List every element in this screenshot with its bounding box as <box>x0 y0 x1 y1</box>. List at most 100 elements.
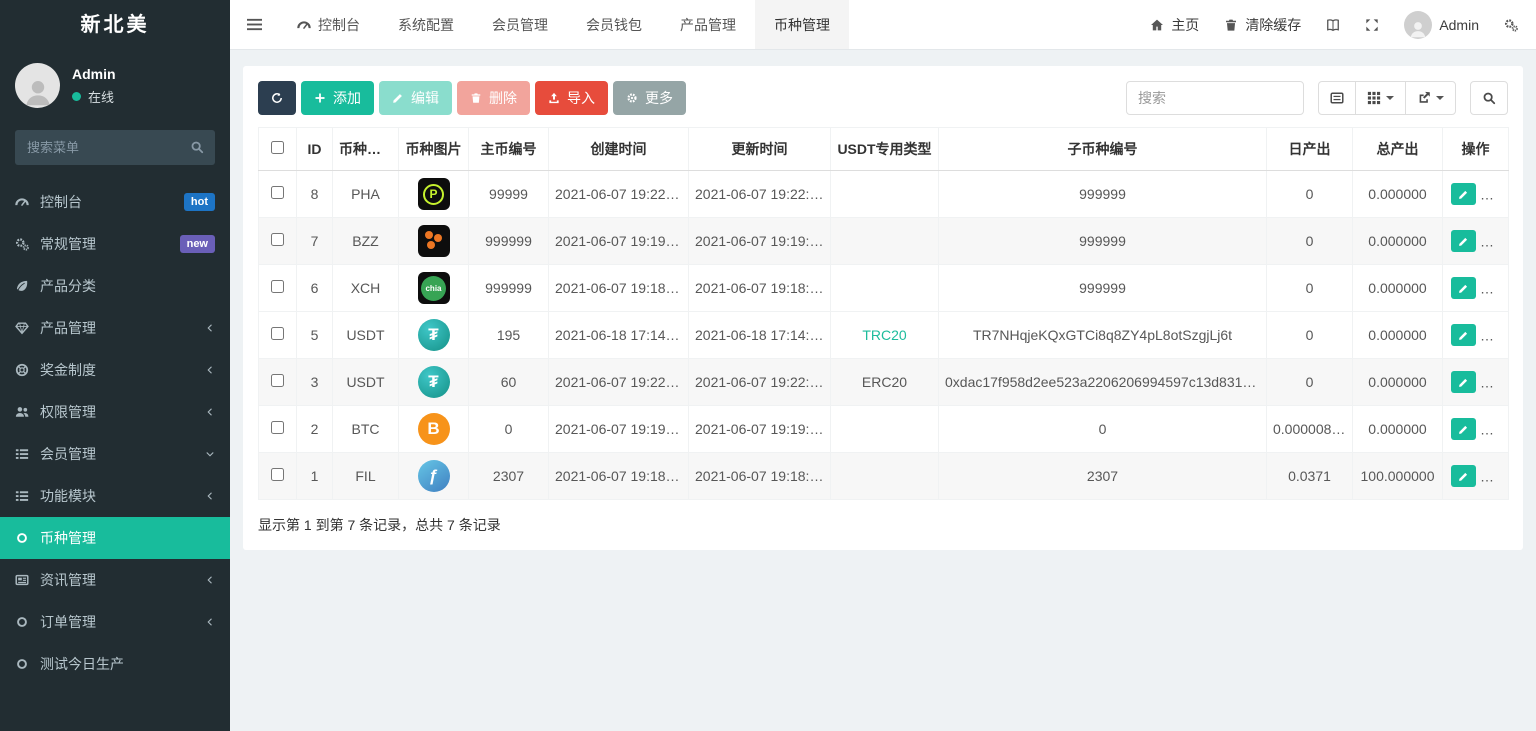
row-edit-button[interactable] <box>1451 371 1476 393</box>
sidebar-item-label: 常规管理 <box>40 234 169 254</box>
home-link[interactable]: 主页 <box>1150 15 1199 35</box>
home-icon <box>1150 18 1164 32</box>
table-row[interactable]: 5USDT₮1952021-06-18 17:14:592021-06-18 1… <box>259 312 1509 359</box>
sidebar-item-member-manage[interactable]: 会员管理 <box>0 433 230 475</box>
toggle-view-button[interactable] <box>1318 81 1356 115</box>
sidebar-item-label: 产品分类 <box>40 276 215 296</box>
menu-search-input[interactable] <box>15 130 215 165</box>
table-row[interactable]: 7BZZ9999992021-06-07 19:19:332021-06-07 … <box>259 218 1509 265</box>
sidebar-item-permission[interactable]: 权限管理 <box>0 391 230 433</box>
pencil-icon <box>1458 330 1469 341</box>
upload-icon <box>548 92 560 104</box>
row-checkbox[interactable] <box>271 280 284 293</box>
row-edit-button[interactable] <box>1451 324 1476 346</box>
sidebar-item-general[interactable]: 常规管理new <box>0 223 230 265</box>
add-button[interactable]: 添加 <box>301 81 374 115</box>
table-header-row: ID币种名称币种图片主币编号创建时间更新时间USDT专用类型子币种编号日产出总产… <box>259 128 1509 171</box>
sidebar-toggle-button[interactable] <box>230 0 278 49</box>
search-button[interactable] <box>1470 81 1508 115</box>
tab-system-config[interactable]: 系统配置 <box>379 0 473 49</box>
column-header-3: 主币编号 <box>469 128 549 171</box>
settings-button[interactable] <box>1504 18 1518 32</box>
sidebar-item-news-manage[interactable]: 资讯管理 <box>0 559 230 601</box>
list-icon <box>15 447 29 461</box>
sidebar-item-label: 币种管理 <box>40 528 215 548</box>
tab-label: 币种管理 <box>774 15 830 35</box>
cell-updated: 2021-06-07 19:19:33 <box>689 406 831 453</box>
tab-member-manage[interactable]: 会员管理 <box>473 0 567 49</box>
table-row[interactable]: 2BTCB02021-06-07 19:19:332021-06-07 19:1… <box>259 406 1509 453</box>
cell-main-code: 999999 <box>469 218 549 265</box>
columns-button[interactable] <box>1355 81 1406 115</box>
cell-total-output: 0.000000 <box>1353 171 1443 218</box>
table-search-input[interactable] <box>1126 81 1304 115</box>
main-area: 控制台系统配置会员管理会员钱包产品管理币种管理 主页 清除缓存 Admin 添加… <box>230 0 1536 731</box>
table-row[interactable]: 3USDT₮602021-06-07 19:22:252021-06-07 19… <box>259 359 1509 406</box>
sidebar-item-label: 会员管理 <box>40 444 194 464</box>
refresh-button[interactable] <box>258 81 296 115</box>
sidebar-item-test-today[interactable]: 测试今日生产 <box>0 643 230 685</box>
fullscreen-button[interactable] <box>1365 18 1379 32</box>
tab-currency-manage[interactable]: 币种管理 <box>755 0 849 49</box>
gear-icon <box>626 92 638 104</box>
import-button[interactable]: 导入 <box>535 81 608 115</box>
plus-icon <box>314 92 326 104</box>
user-menu[interactable]: Admin <box>1404 11 1479 39</box>
cell-coin-image: ₮ <box>399 359 469 406</box>
export-button[interactable] <box>1405 81 1456 115</box>
row-checkbox[interactable] <box>271 374 284 387</box>
row-checkbox[interactable] <box>271 468 284 481</box>
tab-dashboard[interactable]: 控制台 <box>278 0 379 49</box>
row-edit-button[interactable] <box>1451 183 1476 205</box>
row-checkbox[interactable] <box>271 233 284 246</box>
row-edit-button[interactable] <box>1451 418 1476 440</box>
cell-daily-output: 0 <box>1267 359 1353 406</box>
user-name: Admin <box>72 66 116 82</box>
admin-app: 新北美 Admin 在线 控制台hot常规管理new产品分类产品管理奖金制度权限… <box>0 0 1536 731</box>
select-all-checkbox[interactable] <box>271 141 284 154</box>
caret-down-icon <box>1436 96 1444 100</box>
table-row[interactable]: 8PHAP999992021-06-07 19:22:252021-06-07 … <box>259 171 1509 218</box>
sidebar-item-product-category[interactable]: 产品分类 <box>0 265 230 307</box>
toggle-view-icon <box>1330 91 1344 105</box>
tab-product-manage[interactable]: 产品管理 <box>661 0 755 49</box>
tab-label: 会员钱包 <box>586 15 642 35</box>
swarm-coin-icon <box>418 225 450 257</box>
sidebar-item-dashboard[interactable]: 控制台hot <box>0 181 230 223</box>
cell-usdt-type <box>831 406 939 453</box>
cell-name: BTC <box>333 406 399 453</box>
cell-total-output: 0.000000 <box>1353 265 1443 312</box>
cell-total-output: 0.000000 <box>1353 406 1443 453</box>
row-edit-button[interactable] <box>1451 277 1476 299</box>
row-edit-button[interactable] <box>1451 465 1476 487</box>
cell-coin-image <box>399 218 469 265</box>
cell-id: 2 <box>297 406 333 453</box>
sidebar: 新北美 Admin 在线 控制台hot常规管理new产品分类产品管理奖金制度权限… <box>0 0 230 731</box>
delete-button[interactable]: 删除 <box>457 81 530 115</box>
edit-button[interactable]: 编辑 <box>379 81 452 115</box>
clear-cache-button[interactable]: 清除缓存 <box>1224 15 1301 35</box>
more-button[interactable]: 更多 <box>613 81 686 115</box>
brand-title: 新北美 <box>0 0 230 50</box>
sidebar-item-product-manage[interactable]: 产品管理 <box>0 307 230 349</box>
cell-coin-image: B <box>399 406 469 453</box>
row-edit-button[interactable] <box>1451 230 1476 252</box>
tab-member-wallet[interactable]: 会员钱包 <box>567 0 661 49</box>
chevron-down-icon <box>205 449 215 459</box>
sidebar-item-bonus-system[interactable]: 奖金制度 <box>0 349 230 391</box>
sidebar-item-currency-manage[interactable]: 币种管理 <box>0 517 230 559</box>
cell-updated: 2021-06-07 19:18:39 <box>689 265 831 312</box>
row-checkbox[interactable] <box>271 421 284 434</box>
cell-sub-code: 2307 <box>939 453 1267 500</box>
table-row[interactable]: 6XCHchia9999992021-06-07 19:18:392021-06… <box>259 265 1509 312</box>
row-checkbox[interactable] <box>271 186 284 199</box>
sidebar-item-label: 测试今日生产 <box>40 654 215 674</box>
table-row[interactable]: 1FILƒ23072021-06-07 19:18:392021-06-07 1… <box>259 453 1509 500</box>
row-checkbox[interactable] <box>271 327 284 340</box>
sidebar-item-order-manage[interactable]: 订单管理 <box>0 601 230 643</box>
sidebar-item-function-module[interactable]: 功能模块 <box>0 475 230 517</box>
cell-daily-output: 0 <box>1267 312 1353 359</box>
caret-down-icon <box>1386 96 1394 100</box>
chevron-left-icon <box>205 491 215 501</box>
docs-button[interactable] <box>1326 18 1340 32</box>
